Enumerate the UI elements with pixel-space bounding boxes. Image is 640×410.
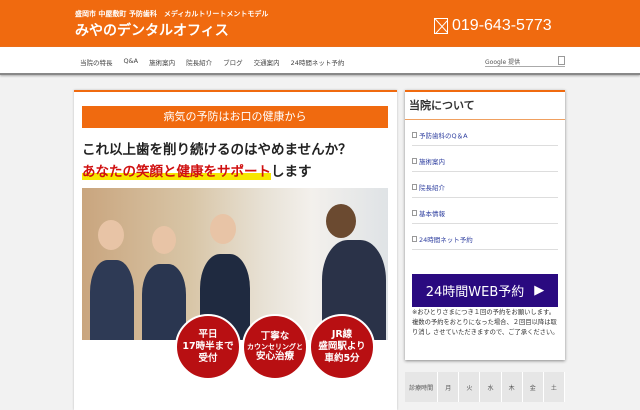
site-header: 盛岡市 中屋敷町 予防歯科 メディカルトリートメントモデル みやのデンタルオフィ… bbox=[0, 0, 640, 47]
schedule-header-sat: 土 bbox=[544, 372, 565, 402]
bullet-icon bbox=[412, 183, 417, 190]
sidebar-item-director[interactable]: 院長紹介 bbox=[412, 172, 558, 198]
sidebar-item-info[interactable]: 基本情報 bbox=[412, 198, 558, 224]
phone-number[interactable]: 019-643-5773 bbox=[434, 17, 552, 35]
nav-features[interactable]: 当院の特長 bbox=[80, 57, 113, 67]
subheadline-rest: します bbox=[271, 164, 312, 180]
banner: 病気の予防はお口の健康から bbox=[82, 106, 388, 128]
main-content: 病気の予防はお口の健康から これ以上歯を削り続けるのはやめませんか？ あなたの笑… bbox=[74, 90, 397, 410]
bullet-icon bbox=[412, 131, 417, 138]
play-arrow-icon: ▶ bbox=[534, 283, 545, 298]
schedule-header-fri: 金 bbox=[523, 372, 544, 402]
subheadline-highlight: あなたの笑顔と健康をサポート bbox=[82, 164, 271, 180]
schedule-header-hours: 診療時間 bbox=[405, 372, 439, 402]
feature-counseling: 丁寧な カウンセリングと 安心治療 bbox=[242, 314, 308, 380]
feature-weekday-hours: 平日 17時半まで 受付 bbox=[175, 314, 241, 380]
schedule-header-mon: 月 bbox=[438, 372, 460, 402]
bullet-icon bbox=[412, 235, 417, 242]
phone-text: 019-643-5773 bbox=[452, 17, 552, 34]
nav-treatments[interactable]: 施術案内 bbox=[149, 57, 175, 67]
bullet-icon bbox=[412, 209, 417, 216]
main-nav: 当院の特長 Q&A 施術案内 院長紹介 ブログ 交通案内 24時間ネット予約 G… bbox=[0, 47, 640, 75]
site-title[interactable]: みやのデンタルオフィス bbox=[75, 20, 229, 40]
feature-access: JR線 盛岡駅より 車約5分 bbox=[309, 314, 375, 380]
schedule-header-thu: 木 bbox=[502, 372, 523, 402]
nav-booking[interactable]: 24時間ネット予約 bbox=[291, 57, 345, 67]
headline: これ以上歯を削り続けるのはやめませんか？ bbox=[82, 142, 352, 158]
search-input[interactable]: Google 提供 bbox=[485, 55, 565, 67]
schedule-header-wed: 水 bbox=[480, 372, 502, 402]
bullet-icon bbox=[412, 157, 417, 164]
sidebar: 当院について 予防歯科のQ＆A 施術案内 院長紹介 基本情報 24時間ネット予約… bbox=[405, 90, 565, 360]
sidebar-item-qa[interactable]: 予防歯科のQ＆A bbox=[412, 120, 558, 146]
schedule-table-header: 診療時間 月 火 水 木 金 土 bbox=[405, 372, 565, 402]
subheadline: あなたの笑顔と健康をサポートします bbox=[82, 160, 312, 180]
tagline: 盛岡市 中屋敷町 予防歯科 メディカルトリートメントモデル bbox=[75, 10, 269, 18]
nav-director[interactable]: 院長紹介 bbox=[186, 57, 212, 67]
sidebar-item-booking[interactable]: 24時間ネット予約 bbox=[412, 224, 558, 250]
phone-icon bbox=[434, 18, 448, 34]
nav-blog[interactable]: ブログ bbox=[223, 57, 243, 67]
search-placeholder: Google 提供 bbox=[485, 59, 521, 66]
web-booking-button[interactable]: 24時間WEB予約 ▶ bbox=[412, 274, 558, 307]
sidebar-item-treatments[interactable]: 施術案内 bbox=[412, 146, 558, 172]
sidebar-title: 当院について bbox=[405, 92, 565, 120]
nav-access[interactable]: 交通案内 bbox=[254, 57, 280, 67]
schedule-header-tue: 火 bbox=[459, 372, 481, 402]
booking-note: ※おひとりさまにつき１回の予約をお願いします。 複数の予約をおとりになった場合、… bbox=[412, 309, 559, 337]
nav-qa[interactable]: Q&A bbox=[124, 57, 139, 67]
search-icon[interactable] bbox=[558, 56, 565, 65]
